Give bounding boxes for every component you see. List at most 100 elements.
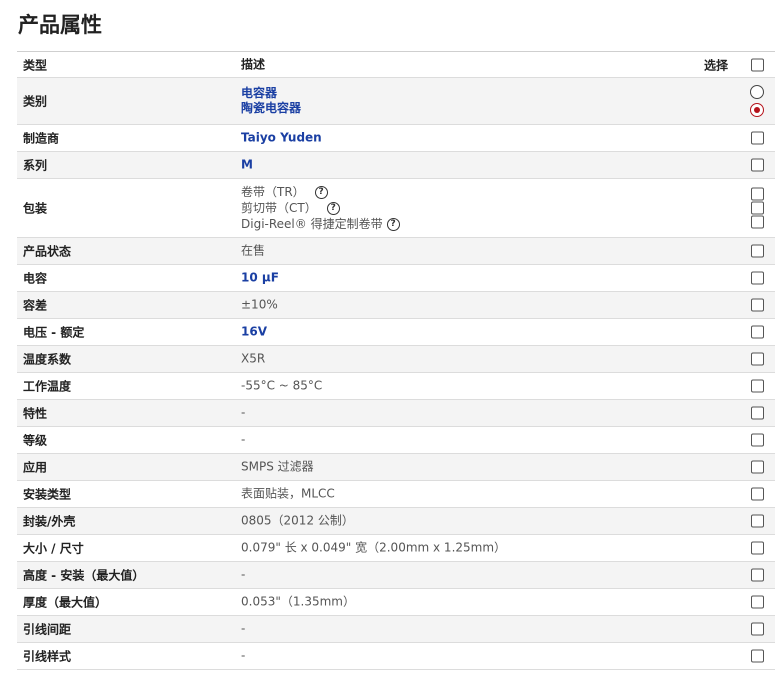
page-title: 产品属性 — [18, 13, 102, 37]
category-radio-ceramic-capacitors[interactable] — [750, 103, 764, 117]
row-checkbox[interactable] — [751, 379, 764, 393]
header-description: 描述 — [241, 57, 266, 71]
row-type: 产品状态 — [23, 244, 72, 259]
row-checkbox[interactable] — [751, 541, 764, 555]
table-row-packaging: 包装 卷带（TR） ? 剪切带（CT） ? Digi-Reel® 得捷定制卷带 … — [17, 179, 775, 238]
row-value-link[interactable]: 10 µF — [241, 271, 279, 286]
table-row: 大小 / 尺寸 0.079" 长 x 0.049" 宽（2.00mm x 1.2… — [17, 535, 775, 562]
row-checkbox[interactable] — [751, 649, 764, 663]
row-checkbox[interactable] — [751, 487, 764, 501]
row-checkbox[interactable] — [751, 131, 764, 145]
row-checkbox[interactable] — [751, 244, 764, 258]
row-checkbox[interactable] — [751, 460, 764, 474]
row-type: 等级 — [23, 433, 48, 448]
table-row: 工作温度 -55°C ~ 85°C — [17, 373, 775, 400]
table-row: 制造商 Taiyo Yuden — [17, 125, 775, 152]
table-row: 引线样式 - — [17, 643, 775, 670]
row-value-link[interactable]: M — [241, 158, 253, 173]
table-row: 系列 M — [17, 152, 775, 179]
table-row: 特性 - — [17, 400, 775, 427]
table-row: 高度 - 安装（最大值） - — [17, 562, 775, 589]
row-value: - — [241, 648, 246, 663]
row-checkbox[interactable] — [751, 622, 764, 636]
question-circle-icon[interactable]: ? — [314, 185, 328, 199]
row-type: 包装 — [23, 201, 48, 216]
table-row: 电容 10 µF — [17, 265, 775, 292]
row-checkbox[interactable] — [751, 568, 764, 582]
table-row: 电压 - 额定 16V — [17, 319, 775, 346]
category-radio-capacitors[interactable] — [750, 85, 764, 99]
table-row: 温度系数 X5R — [17, 346, 775, 373]
row-type: 高度 - 安装（最大值） — [23, 568, 145, 583]
row-description: 卷带（TR） ? 剪切带（CT） ? Digi-Reel® 得捷定制卷带 ? — [241, 184, 400, 232]
table-row: 应用 SMPS 过滤器 — [17, 454, 775, 481]
row-checkbox[interactable] — [751, 433, 764, 447]
row-value: 0.079" 长 x 0.049" 宽（2.00mm x 1.25mm） — [241, 540, 507, 555]
packaging-checkbox-tr[interactable] — [751, 187, 764, 201]
row-checkbox[interactable] — [751, 595, 764, 609]
row-type: 特性 — [23, 406, 48, 421]
row-type: 应用 — [23, 460, 48, 475]
category-link[interactable]: 电容器 — [241, 86, 301, 101]
row-type: 容差 — [23, 298, 48, 313]
select-all-checkbox[interactable] — [751, 58, 764, 71]
row-value: 0.053"（1.35mm） — [241, 594, 355, 609]
table-row: 产品状态 在售 — [17, 238, 775, 265]
row-type: 引线间距 — [23, 622, 72, 637]
row-value: -55°C ~ 85°C — [241, 378, 323, 393]
row-value: - — [241, 432, 246, 447]
row-value: X5R — [241, 351, 266, 366]
row-type: 系列 — [23, 158, 48, 173]
row-type: 温度系数 — [23, 352, 72, 367]
table-row: 厚度（最大值） 0.053"（1.35mm） — [17, 589, 775, 616]
category-link[interactable]: 陶瓷电容器 — [241, 101, 301, 116]
row-value: - — [241, 567, 246, 582]
row-checkbox[interactable] — [751, 271, 764, 285]
row-value: 在售 — [241, 243, 266, 258]
table-row: 引线间距 - — [17, 616, 775, 643]
row-checkbox[interactable] — [751, 406, 764, 420]
row-type: 大小 / 尺寸 — [23, 541, 84, 556]
packaging-option-digireel: Digi-Reel® 得捷定制卷带 ? — [241, 216, 400, 232]
row-description: 电容器 陶瓷电容器 — [241, 86, 301, 116]
row-type: 厚度（最大值） — [23, 595, 108, 610]
table-row: 容差 ±10% — [17, 292, 775, 319]
row-value: 表面贴装，MLCC — [241, 486, 335, 501]
table-header: 类型 描述 选择 — [17, 52, 775, 78]
row-checkbox[interactable] — [751, 158, 764, 172]
row-type: 电压 - 额定 — [23, 325, 85, 340]
table-row: 安装类型 表面贴装，MLCC — [17, 481, 775, 508]
row-value-link[interactable]: 16V — [241, 325, 267, 340]
row-checkbox[interactable] — [751, 352, 764, 366]
row-type: 工作温度 — [23, 379, 72, 394]
packaging-option-tr: 卷带（TR） ? — [241, 184, 400, 200]
row-type: 安装类型 — [23, 487, 72, 502]
category-radio-group — [750, 85, 764, 117]
row-checkbox[interactable] — [751, 325, 764, 339]
row-type: 电容 — [23, 271, 48, 286]
question-circle-icon[interactable]: ? — [326, 201, 340, 215]
row-value: - — [241, 621, 246, 636]
row-value: SMPS 过滤器 — [241, 459, 314, 474]
packaging-checkbox-digireel[interactable] — [751, 215, 764, 229]
packaging-option-ct: 剪切带（CT） ? — [241, 200, 400, 216]
row-type: 类别 — [23, 94, 48, 109]
packaging-checkbox-ct[interactable] — [751, 201, 764, 215]
header-type: 类型 — [23, 58, 48, 72]
row-value: 0805（2012 公制） — [241, 513, 354, 528]
row-type: 制造商 — [23, 131, 60, 146]
row-value: ±10% — [241, 297, 278, 312]
row-value-link[interactable]: Taiyo Yuden — [241, 131, 322, 146]
row-value: - — [241, 405, 246, 420]
row-checkbox[interactable] — [751, 514, 764, 528]
packaging-checkbox-group — [751, 187, 764, 229]
table-row: 封装/外壳 0805（2012 公制） — [17, 508, 775, 535]
header-select: 选择 — [704, 58, 729, 72]
table-row: 等级 - — [17, 427, 775, 454]
table-row-category: 类别 电容器 陶瓷电容器 — [17, 78, 775, 125]
question-circle-icon[interactable]: ? — [386, 217, 400, 231]
row-checkbox[interactable] — [751, 298, 764, 312]
row-type: 引线样式 — [23, 649, 72, 664]
product-attributes-table: 类型 描述 选择 类别 电容器 陶瓷电容器 制造商 Taiyo Yuden 系列… — [17, 51, 775, 670]
row-type: 封装/外壳 — [23, 514, 76, 529]
